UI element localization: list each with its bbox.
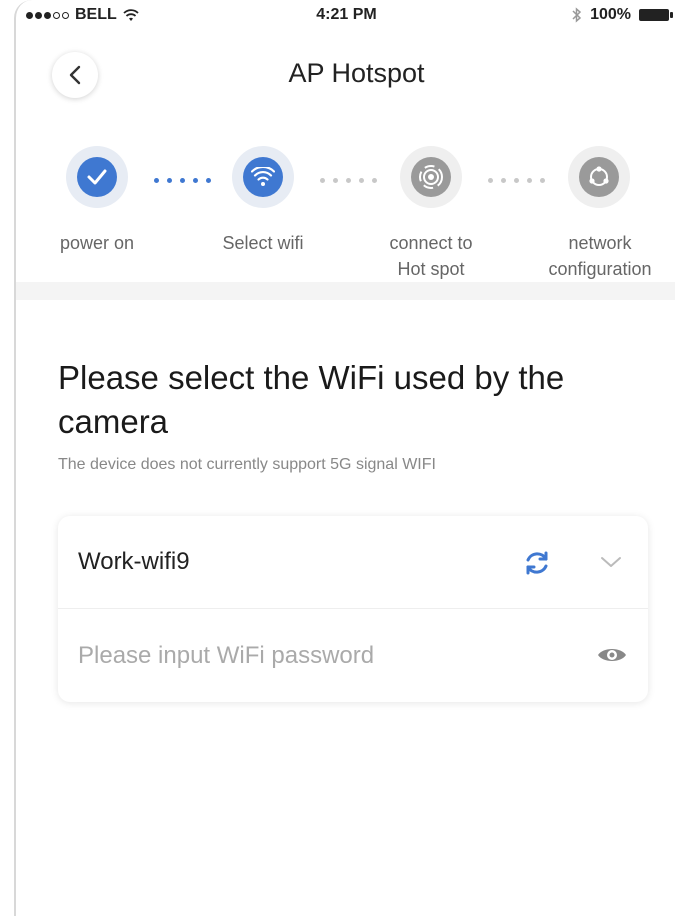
eye-icon[interactable]	[596, 643, 628, 667]
step-connect-hotspot	[400, 146, 462, 208]
step-label-connect-hotspot: connect to Hot spot	[389, 233, 473, 279]
step-network-configuration	[568, 146, 630, 208]
step-connector-2	[320, 178, 377, 183]
step-label-network-configuration: network configuration	[548, 233, 652, 279]
step-label-power-on: power on	[59, 233, 135, 253]
battery-percent: 100%	[590, 6, 631, 23]
status-bar: BELL 4:21 PM 100%	[16, 0, 675, 34]
chevron-down-icon[interactable]	[598, 550, 624, 574]
page-title: AP Hotspot	[288, 58, 425, 88]
battery-icon	[639, 9, 673, 21]
network-config-icon	[589, 166, 609, 186]
wifi-form-card: Work-wifi9	[58, 516, 648, 702]
refresh-icon[interactable]	[522, 548, 552, 578]
wifi-icon	[251, 167, 275, 186]
step-connector-1	[154, 178, 211, 183]
progress-steps: power on Select wifi connect to Hot spot…	[16, 140, 675, 290]
check-icon	[87, 169, 107, 185]
section-divider	[16, 282, 675, 300]
wifi-name-value: Work-wifi9	[78, 548, 190, 575]
main-heading: Please select the WiFi used by the camer…	[58, 359, 565, 440]
wifi-select-row[interactable]: Work-wifi9	[58, 516, 648, 609]
wifi-password-input[interactable]	[76, 635, 560, 677]
support-note: The device does not currently support 5G…	[58, 456, 436, 473]
status-right: 100%	[572, 6, 673, 24]
step-select-wifi	[232, 146, 294, 208]
hotspot-icon	[419, 165, 443, 189]
nav-header: AP Hotspot	[16, 46, 675, 106]
bluetooth-icon	[572, 7, 582, 23]
step-connector-3	[488, 178, 545, 183]
step-power-on	[66, 146, 128, 208]
step-label-select-wifi: Select wifi	[222, 233, 304, 253]
phone-frame: BELL 4:21 PM 100% AP Hotspot power on Se…	[14, 0, 675, 916]
wifi-password-row	[58, 609, 648, 701]
